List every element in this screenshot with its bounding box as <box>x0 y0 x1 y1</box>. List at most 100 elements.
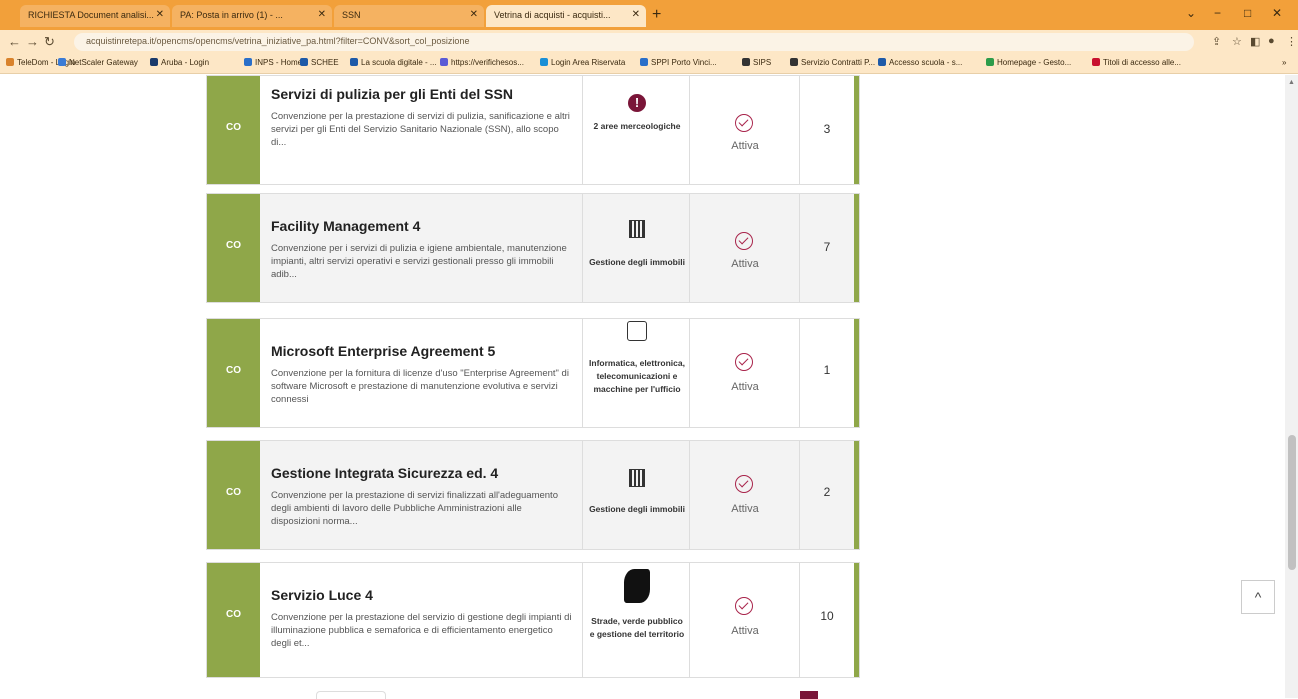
list-item[interactable]: CO Servizio Luce 4 Convenzione per la pr… <box>206 562 860 678</box>
browser-tab[interactable]: SSN ✕ <box>334 5 484 27</box>
url-field[interactable]: acquistinretepa.it/opencms/opencms/vetri… <box>74 33 1194 51</box>
status-label: Attiva <box>731 258 759 270</box>
item-title[interactable]: Gestione Integrata Sicurezza ed. 4 <box>271 465 571 481</box>
close-tab-icon[interactable]: ✕ <box>632 9 640 20</box>
bookmark-favicon-icon <box>6 58 14 66</box>
back-icon[interactable]: ← <box>8 34 21 49</box>
page-scrollbar[interactable]: ▲ <box>1285 75 1298 698</box>
status-label: Attiva <box>731 625 759 637</box>
category-cell: ! 2 aree merceologiche <box>582 76 690 184</box>
item-count: 1 <box>823 363 831 377</box>
bookmark-item[interactable]: SIPS <box>742 58 771 67</box>
item-title[interactable]: Servizi di pulizia per gli Enti del SSN <box>271 86 571 102</box>
bookmark-favicon-icon <box>640 58 648 66</box>
bookmark-item[interactable]: Aruba - Login <box>150 58 209 67</box>
bookmark-star-icon[interactable]: ☆ <box>1232 35 1242 48</box>
category-label: Gestione degli immobili <box>589 504 685 514</box>
scroll-thumb[interactable] <box>1288 435 1296 570</box>
bookmark-favicon-icon <box>58 58 66 66</box>
back-to-top-button[interactable]: ^ <box>1241 580 1275 614</box>
item-title[interactable]: Servizio Luce 4 <box>271 587 571 603</box>
browser-menu-icon[interactable]: ⋮ <box>1286 35 1297 48</box>
bookmark-item[interactable]: La scuola digitale - ... <box>350 58 437 67</box>
type-badge: CO <box>207 194 260 302</box>
category-label: Gestione degli immobili <box>589 257 685 267</box>
bookmark-favicon-icon <box>440 58 448 66</box>
item-description: Convenzione per i servizi di pulizia e i… <box>271 243 567 280</box>
bookmark-favicon-icon <box>790 58 798 66</box>
page-content: CO Servizi di pulizia per gli Enti del S… <box>0 75 1298 699</box>
reload-icon[interactable]: ↻ <box>44 34 55 50</box>
close-tab-icon[interactable]: ✕ <box>156 9 164 20</box>
list-item[interactable]: CO Microsoft Enterprise Agreement 5 Conv… <box>206 318 860 428</box>
status-label: Attiva <box>731 503 759 515</box>
type-badge: CO <box>207 319 260 427</box>
item-description: Convenzione per la prestazione del servi… <box>271 612 572 649</box>
browser-tab[interactable]: RICHIESTA Document analisi... ✕ <box>20 5 170 27</box>
bookmark-label: La scuola digitale - ... <box>361 58 437 67</box>
item-description: Convenzione per la fornitura di licenze … <box>271 368 569 405</box>
tab-label: PA: Posta in arrivo (1) - ... <box>180 10 283 20</box>
extension-icon[interactable]: ◧ <box>1250 35 1260 48</box>
close-tab-icon[interactable]: ✕ <box>318 9 326 20</box>
row-accent-bar <box>854 441 859 549</box>
status-cell: Attiva <box>690 76 800 184</box>
bookmarks-overflow-icon[interactable]: » <box>1282 58 1286 67</box>
bookmark-label: https://verifichesos... <box>451 58 524 67</box>
row-accent-bar <box>854 319 859 427</box>
bookmark-item[interactable]: NetScaler Gateway <box>58 58 138 67</box>
bookmark-item[interactable]: Titoli di accesso alle... <box>1092 58 1181 67</box>
tab-label: RICHIESTA Document analisi... <box>28 10 154 20</box>
bookmark-item[interactable]: Homepage - Gesto... <box>986 58 1071 67</box>
bookmark-item[interactable]: INPS - Home <box>244 58 302 67</box>
bookmark-favicon-icon <box>300 58 308 66</box>
bookmark-label: Accesso scuola - s... <box>889 58 963 67</box>
bookmark-item[interactable]: SCHEE <box>300 58 339 67</box>
bookmark-favicon-icon <box>350 58 358 66</box>
item-title[interactable]: Facility Management 4 <box>271 218 571 234</box>
bookmark-item[interactable]: Accesso scuola - s... <box>878 58 962 67</box>
browser-tab-active[interactable]: Vetrina di acquisti - acquisti... ✕ <box>486 5 646 27</box>
bookmark-favicon-icon <box>742 58 750 66</box>
bookmark-item[interactable]: Servizio Contratti P... <box>790 58 875 67</box>
bookmark-label: SIPS <box>753 58 772 67</box>
bookmark-favicon-icon <box>1092 58 1100 66</box>
close-tab-icon[interactable]: ✕ <box>470 9 478 20</box>
bookmark-label: NetScaler Gateway <box>69 58 138 67</box>
building-icon <box>629 220 645 238</box>
street-light-icon <box>624 569 650 603</box>
check-circle-icon <box>735 475 753 493</box>
item-title[interactable]: Microsoft Enterprise Agreement 5 <box>271 343 571 359</box>
bookmark-label: Titoli di accesso alle... <box>1103 58 1181 67</box>
profile-icon[interactable]: ● <box>1268 35 1275 47</box>
info-icon: ! <box>628 94 646 112</box>
status-cell: Attiva <box>690 441 800 549</box>
type-badge: CO <box>207 563 260 677</box>
share-icon[interactable]: ⇪ <box>1212 35 1221 48</box>
list-item[interactable]: CO Servizi di pulizia per gli Enti del S… <box>206 75 860 185</box>
minimize-icon[interactable]: − <box>1214 6 1221 20</box>
tab-label: SSN <box>342 10 361 20</box>
category-label: 2 aree merceologiche <box>593 121 681 131</box>
bookmark-label: Servizio Contratti P... <box>801 58 876 67</box>
bookmark-label: INPS - Home <box>255 58 303 67</box>
list-item[interactable]: CO Facility Management 4 Convenzione per… <box>206 193 860 303</box>
new-tab-icon[interactable]: + <box>652 6 661 24</box>
bookmark-item[interactable]: SPPI Porto Vinci... <box>640 58 717 67</box>
row-accent-bar <box>854 563 859 677</box>
close-window-icon[interactable]: ✕ <box>1272 6 1282 20</box>
type-badge: CO <box>207 76 260 184</box>
forward-icon[interactable]: → <box>26 34 39 49</box>
type-badge: CO <box>207 441 260 549</box>
list-item[interactable]: CO Gestione Integrata Sicurezza ed. 4 Co… <box>206 440 860 550</box>
bookmark-item[interactable]: Login Area Riservata <box>540 58 625 67</box>
scroll-up-arrow-icon[interactable]: ▲ <box>1288 79 1295 86</box>
tab-label: Vetrina di acquisti - acquisti... <box>494 10 611 20</box>
check-circle-icon <box>735 114 753 132</box>
browser-tab[interactable]: PA: Posta in arrivo (1) - ... ✕ <box>172 5 332 27</box>
maximize-icon[interactable]: □ <box>1244 6 1251 20</box>
check-circle-icon <box>735 353 753 371</box>
bookmark-item[interactable]: https://verifichesos... <box>440 58 524 67</box>
category-cell: Gestione degli immobili <box>582 441 690 549</box>
tab-search-icon[interactable]: ⌄ <box>1186 6 1196 20</box>
